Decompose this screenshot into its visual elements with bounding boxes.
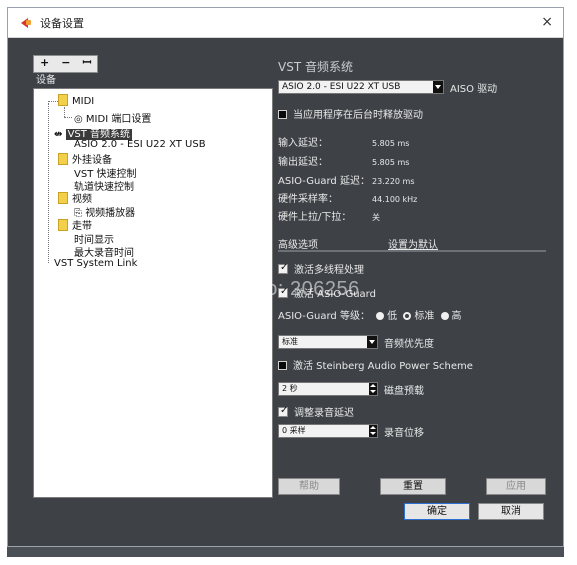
tree-item-midi-port[interactable]: ◎ MIDI 端口设置 — [74, 110, 151, 125]
settings-panel: VST 音频系统 ASIO 2.0 - ESI U22 XT USB AISO … — [278, 8, 563, 546]
section-title: VST 音频系统 — [278, 60, 353, 74]
disk-preload-label: 磁盘预载 — [384, 386, 424, 397]
guard-latency-row: ASIO-Guard 延迟： 23.220 ms — [278, 176, 415, 187]
midi-port-icon: ◎ — [74, 114, 83, 125]
tree-connector — [64, 117, 72, 118]
tree-item-asio-device[interactable]: ASIO 2.0 - ESI U22 XT USB — [74, 139, 206, 150]
tree-item-max-record[interactable]: 最大录音时间 — [74, 244, 134, 259]
power-scheme-checkbox[interactable] — [278, 361, 287, 370]
dropdown-arrow-icon[interactable] — [433, 81, 443, 93]
cubase-logo-icon — [20, 17, 32, 29]
radio-normal[interactable] — [403, 312, 412, 320]
tab-reset-default[interactable]: 设置为默认 — [388, 236, 438, 251]
device-toolbar: + − ꟷ — [33, 55, 99, 73]
device-header: 设备 — [36, 75, 56, 86]
priority-select[interactable]: 标准 — [278, 335, 378, 349]
multi-thread-option[interactable]: 激活多线程处理 — [278, 261, 364, 276]
ok-button[interactable]: 确定 — [404, 503, 470, 520]
input-latency-row: 输入延迟： 5.805 ms — [278, 138, 410, 149]
tree-item-video[interactable]: 视频 — [58, 190, 92, 205]
apply-button[interactable]: 应用 — [486, 478, 546, 495]
pulldown-row: 硬件上拉/下拉：关 — [278, 212, 380, 223]
panel-buttons: 帮助 重置 应用 — [278, 478, 546, 496]
stepper-icon[interactable] — [369, 383, 377, 395]
tree-connector — [48, 103, 49, 263]
asio-driver-select[interactable]: ASIO 2.0 - ESI U22 XT USB — [278, 80, 444, 94]
help-button[interactable]: 帮助 — [278, 478, 340, 495]
store-watermark: Store No: 206256 — [195, 278, 360, 300]
options-tabs: 高级选项 设置为默认 — [278, 234, 546, 252]
folder-icon — [58, 94, 68, 106]
disk-preload-stepper[interactable]: 2 秒 — [278, 382, 378, 396]
cancel-button[interactable]: 取消 — [478, 503, 544, 520]
stepper-icon[interactable] — [369, 425, 377, 437]
multi-thread-checkbox[interactable] — [278, 262, 288, 274]
remove-device-button[interactable]: − — [55, 56, 77, 72]
asio-driver-label: AISO 驱动 — [450, 84, 498, 95]
folder-icon — [58, 219, 68, 231]
adjust-record-checkbox[interactable] — [278, 405, 288, 417]
reset-button[interactable]: 重置 — [380, 478, 446, 495]
guard-level-row: ASIO-Guard 等级： 低 标准 高 — [278, 311, 462, 322]
vst-audio-icon: ↮ — [54, 129, 63, 140]
add-device-button[interactable]: + — [34, 56, 56, 72]
power-scheme-option[interactable]: 激活 Steinberg Audio Power Scheme — [278, 357, 473, 372]
dropdown-arrow-icon[interactable] — [367, 336, 377, 348]
tree-item-transport[interactable]: 走带 — [58, 217, 92, 232]
window-title: 设备设置 — [40, 16, 84, 30]
folder-icon — [58, 192, 68, 204]
output-latency-row: 输出延迟： 5.805 ms — [278, 157, 410, 168]
adjust-record-option[interactable]: 调整录音延迟 — [278, 404, 354, 419]
background-strip — [7, 547, 564, 557]
record-offset-stepper[interactable]: 0 采样 — [278, 424, 378, 438]
tree-item-vst-audio[interactable]: ↮ VST 音频系统 — [54, 125, 133, 140]
device-settings-window: 设备设置 × + − ꟷ 设备 MIDI ◎ MIDI 端口设置 ↮ VST 音… — [7, 7, 564, 547]
tree-item-external[interactable]: 外挂设备 — [58, 151, 112, 166]
tree-connector — [64, 107, 65, 117]
release-driver-option[interactable]: 当应用程序在后台时释放驱动 — [278, 106, 423, 121]
folder-icon — [58, 153, 68, 165]
release-driver-checkbox[interactable] — [278, 110, 287, 119]
tree-connector — [48, 101, 58, 102]
tree-item-midi[interactable]: MIDI — [58, 94, 94, 107]
tree-item-vst-link[interactable]: VST System Link — [54, 258, 137, 269]
tab-advanced[interactable]: 高级选项 — [278, 236, 318, 251]
sample-rate-row: 硬件采样率： 44.100 kHz — [278, 194, 418, 205]
toolbar-group: + − ꟷ — [33, 55, 99, 73]
radio-low[interactable] — [376, 312, 385, 320]
reset-device-button[interactable]: ꟷ — [76, 56, 98, 72]
priority-label: 音频优先度 — [384, 339, 434, 350]
record-offset-label: 录音位移 — [384, 428, 424, 439]
radio-high[interactable] — [440, 312, 449, 320]
